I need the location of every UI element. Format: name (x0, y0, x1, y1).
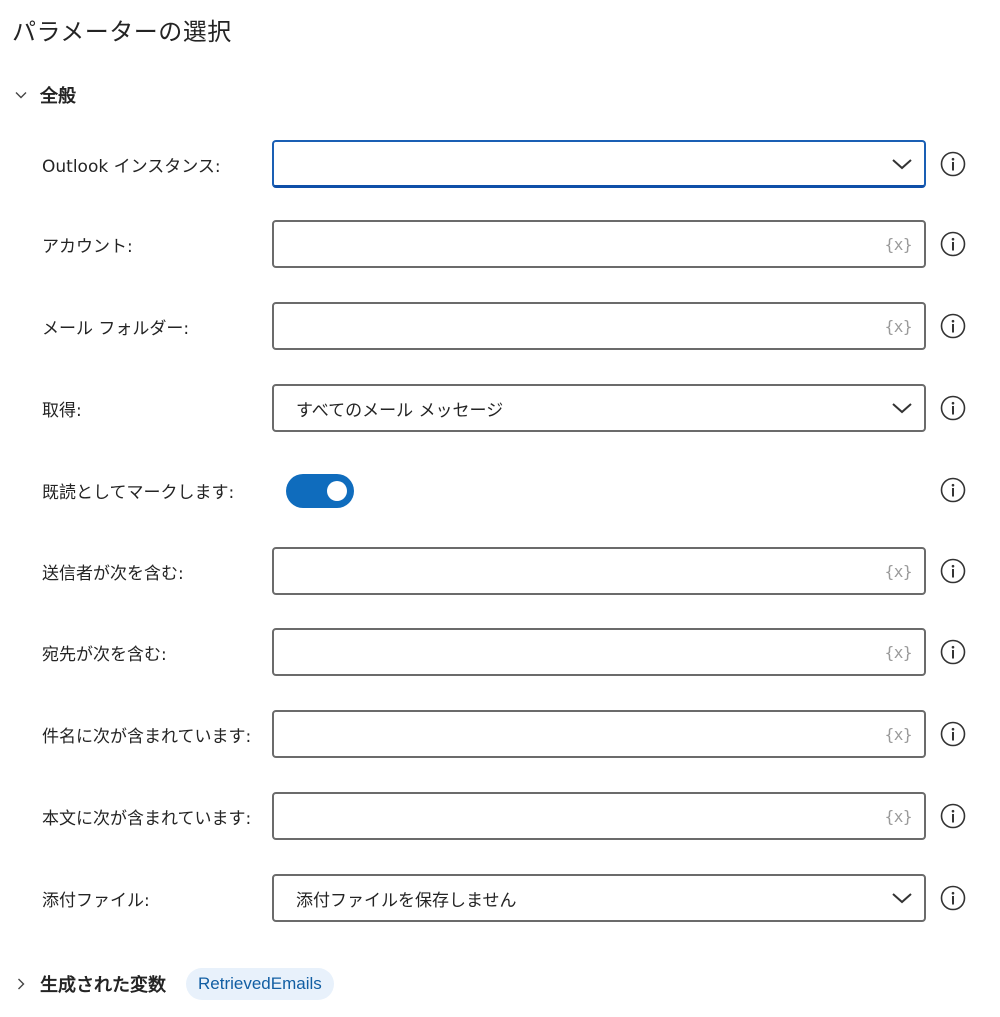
mail-folder-label: メール フォルダー: (42, 319, 190, 339)
chevron-down-icon (14, 88, 28, 102)
info-icon[interactable] (940, 395, 966, 421)
variable-icon[interactable]: {x} (885, 235, 913, 254)
info-icon[interactable] (940, 231, 966, 257)
variable-icon[interactable]: {x} (885, 643, 913, 662)
mark-as-read-toggle[interactable] (286, 474, 354, 508)
row-account: アカウント: {x} (0, 220, 1000, 268)
info-icon[interactable] (940, 721, 966, 747)
subject-contains-label: 件名に次が含まれています: (42, 727, 252, 747)
info-icon[interactable] (940, 885, 966, 911)
row-subject-contains: 件名に次が含まれています: {x} (0, 710, 1000, 758)
retrieve-value: すべてのメール メッセージ (296, 400, 504, 421)
row-from-contains: 送信者が次を含む: {x} (0, 547, 1000, 595)
row-retrieve: 取得: すべてのメール メッセージ (0, 384, 1000, 432)
chevron-down-icon (890, 157, 914, 171)
chevron-down-icon (890, 401, 914, 415)
row-body-contains: 本文に次が含まれています: {x} (0, 792, 1000, 840)
attachments-value: 添付ファイルを保存しません (296, 890, 517, 911)
retrieve-label: 取得: (42, 401, 82, 421)
account-input[interactable]: {x} (272, 220, 926, 268)
attachments-dropdown[interactable]: 添付ファイルを保存しません (272, 874, 926, 922)
account-label: アカウント: (42, 237, 133, 257)
variable-icon[interactable]: {x} (885, 317, 913, 336)
info-icon[interactable] (940, 558, 966, 584)
variable-chip[interactable]: RetrievedEmails (186, 968, 334, 1000)
chevron-down-icon (890, 891, 914, 905)
outlook-instance-dropdown[interactable] (272, 140, 926, 188)
body-contains-label: 本文に次が含まれています: (42, 809, 252, 829)
row-outlook-instance: Outlook インスタンス: (0, 140, 1000, 188)
info-icon[interactable] (940, 639, 966, 665)
subject-contains-input[interactable]: {x} (272, 710, 926, 758)
generated-variables-section: 生成された変数 RetrievedEmails (14, 964, 334, 1004)
info-icon[interactable] (940, 803, 966, 829)
variable-icon[interactable]: {x} (885, 807, 913, 826)
from-contains-input[interactable]: {x} (272, 547, 926, 595)
row-mail-folder: メール フォルダー: {x} (0, 302, 1000, 350)
to-contains-label: 宛先が次を含む: (42, 645, 167, 665)
attachments-label: 添付ファイル: (42, 891, 150, 911)
info-icon[interactable] (940, 477, 966, 503)
section-title: 全般 (40, 86, 76, 107)
from-contains-label: 送信者が次を含む: (42, 564, 184, 584)
toggle-knob (327, 481, 347, 501)
row-to-contains: 宛先が次を含む: {x} (0, 628, 1000, 676)
variable-icon[interactable]: {x} (885, 725, 913, 744)
section-general-toggle[interactable]: 全般 (14, 80, 76, 110)
generated-variables-title[interactable]: 生成された変数 (40, 971, 166, 997)
mail-folder-input[interactable]: {x} (272, 302, 926, 350)
retrieve-dropdown[interactable]: すべてのメール メッセージ (272, 384, 926, 432)
info-icon[interactable] (940, 313, 966, 339)
chevron-right-icon[interactable] (14, 977, 28, 991)
row-attachments: 添付ファイル: 添付ファイルを保存しません (0, 874, 1000, 922)
variable-icon[interactable]: {x} (885, 562, 913, 581)
row-mark-as-read: 既読としてマークします: (0, 466, 1000, 514)
to-contains-input[interactable]: {x} (272, 628, 926, 676)
page-title: パラメーターの選択 (12, 18, 232, 46)
outlook-instance-label: Outlook インスタンス: (42, 157, 221, 177)
info-icon[interactable] (940, 151, 966, 177)
mark-as-read-label: 既読としてマークします: (42, 483, 235, 503)
body-contains-input[interactable]: {x} (272, 792, 926, 840)
